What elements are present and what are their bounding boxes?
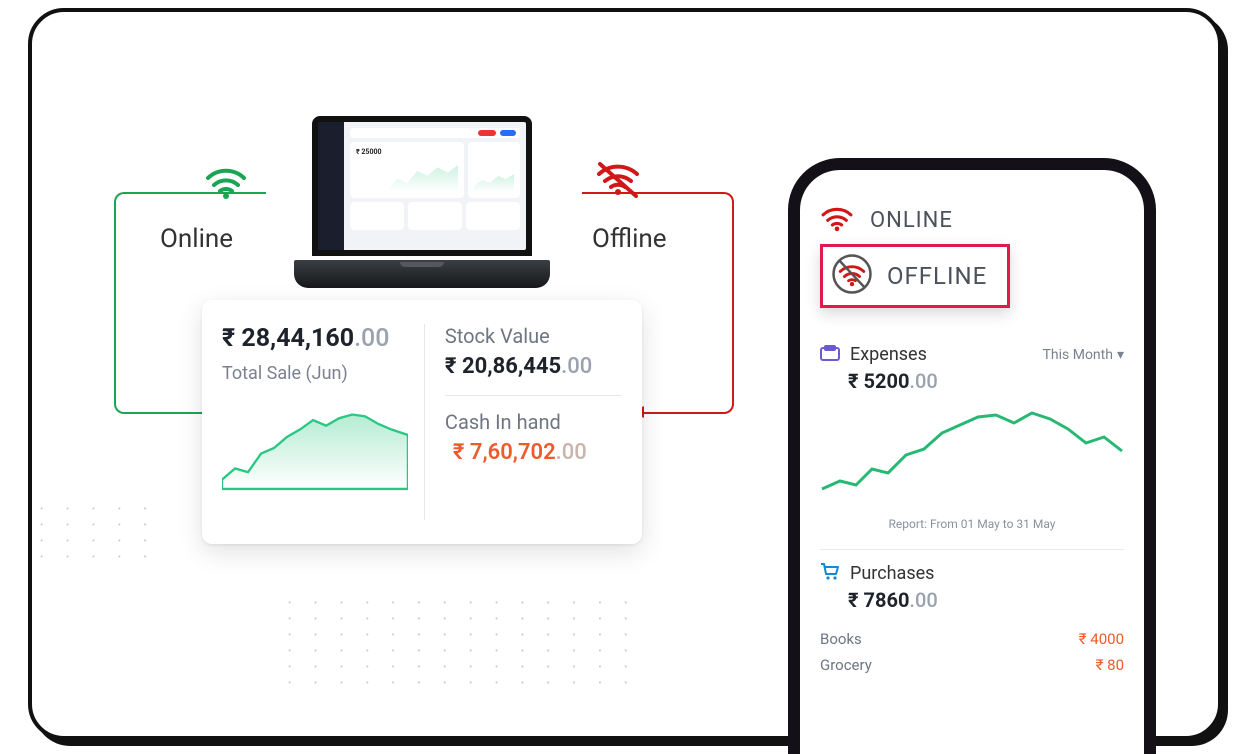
status-offline-label: OFFLINE [887, 262, 987, 290]
status-online-label: ONLINE [870, 208, 953, 233]
wifi-online-icon [820, 204, 854, 236]
expenses-range-selector[interactable]: This Month ▾ [1043, 347, 1124, 363]
decorative-dots: • • • • • • • • • • • • • • • • • • • • … [288, 596, 637, 692]
stats-card: ₹ 28,44,160.00 Total Sale (Jun) Stock Va… [202, 300, 642, 544]
purchases-title: Purchases [850, 563, 934, 584]
decorative-dots: • • • • • • • • • • • • • • • • • • • • [40, 502, 157, 566]
connector-online [114, 192, 206, 414]
stock-value-amount: ₹ 20,86,445.00 [445, 354, 622, 379]
purchase-name: Books [820, 630, 862, 648]
purchase-row[interactable]: Grocery ₹ 80 [820, 652, 1124, 678]
laptop-tile [350, 202, 404, 230]
connector-offline [642, 192, 734, 414]
expenses-amount: ₹ 5200.00 [848, 369, 1124, 393]
wallet-icon [820, 345, 840, 365]
purchases-section: Purchases ₹ 7860.00 Books ₹ 4000 Grocery… [820, 562, 1124, 678]
phone-mockup: ONLINE OFFLINE [788, 158, 1156, 754]
illustration-frame: Online Offline ₹ 25000 [28, 8, 1222, 740]
laptop-topbar [350, 128, 520, 138]
purchase-amount: ₹ 80 [1096, 656, 1124, 674]
expenses-title: Expenses [850, 344, 927, 365]
wifi-offline-icon [831, 253, 873, 299]
purchases-amount: ₹ 7860.00 [848, 588, 1124, 612]
expenses-report-note: Report: From 01 May to 31 May [820, 517, 1124, 531]
laptop-chart-main: ₹ 25000 [350, 142, 464, 198]
expenses-section: Expenses This Month ▾ ₹ 5200.00 Report: … [820, 344, 1124, 531]
stock-value-label: Stock Value [445, 324, 622, 348]
laptop-amount: ₹ 25000 [356, 148, 382, 156]
expenses-sparkline [820, 403, 1124, 507]
laptop-tile [466, 202, 520, 230]
laptop-sidebar [318, 122, 344, 250]
wifi-offline-icon [594, 158, 642, 202]
total-sale-sparkline [222, 404, 408, 492]
laptop-tile [408, 202, 462, 230]
chevron-down-icon: ▾ [1117, 347, 1124, 363]
cash-in-hand-amount: ₹ 7,60,702.00 [445, 440, 622, 465]
purchase-row[interactable]: Books ₹ 4000 [820, 626, 1124, 652]
total-sale-amount: ₹ 28,44,160.00 [222, 324, 408, 353]
wifi-online-icon [204, 164, 248, 204]
cart-icon [820, 562, 840, 584]
purchase-amount: ₹ 4000 [1079, 630, 1124, 648]
status-online-row[interactable]: ONLINE [820, 204, 1124, 236]
laptop-mockup: ₹ 25000 [294, 116, 550, 288]
purchase-name: Grocery [820, 656, 872, 674]
status-offline-row[interactable]: OFFLINE [820, 244, 1010, 308]
divider [820, 549, 1124, 550]
laptop-chart-mini [468, 142, 520, 198]
laptop-base [294, 260, 550, 288]
total-sale-label: Total Sale (Jun) [222, 363, 408, 384]
cash-in-hand-label: Cash In hand [445, 410, 622, 434]
divider [445, 395, 622, 396]
